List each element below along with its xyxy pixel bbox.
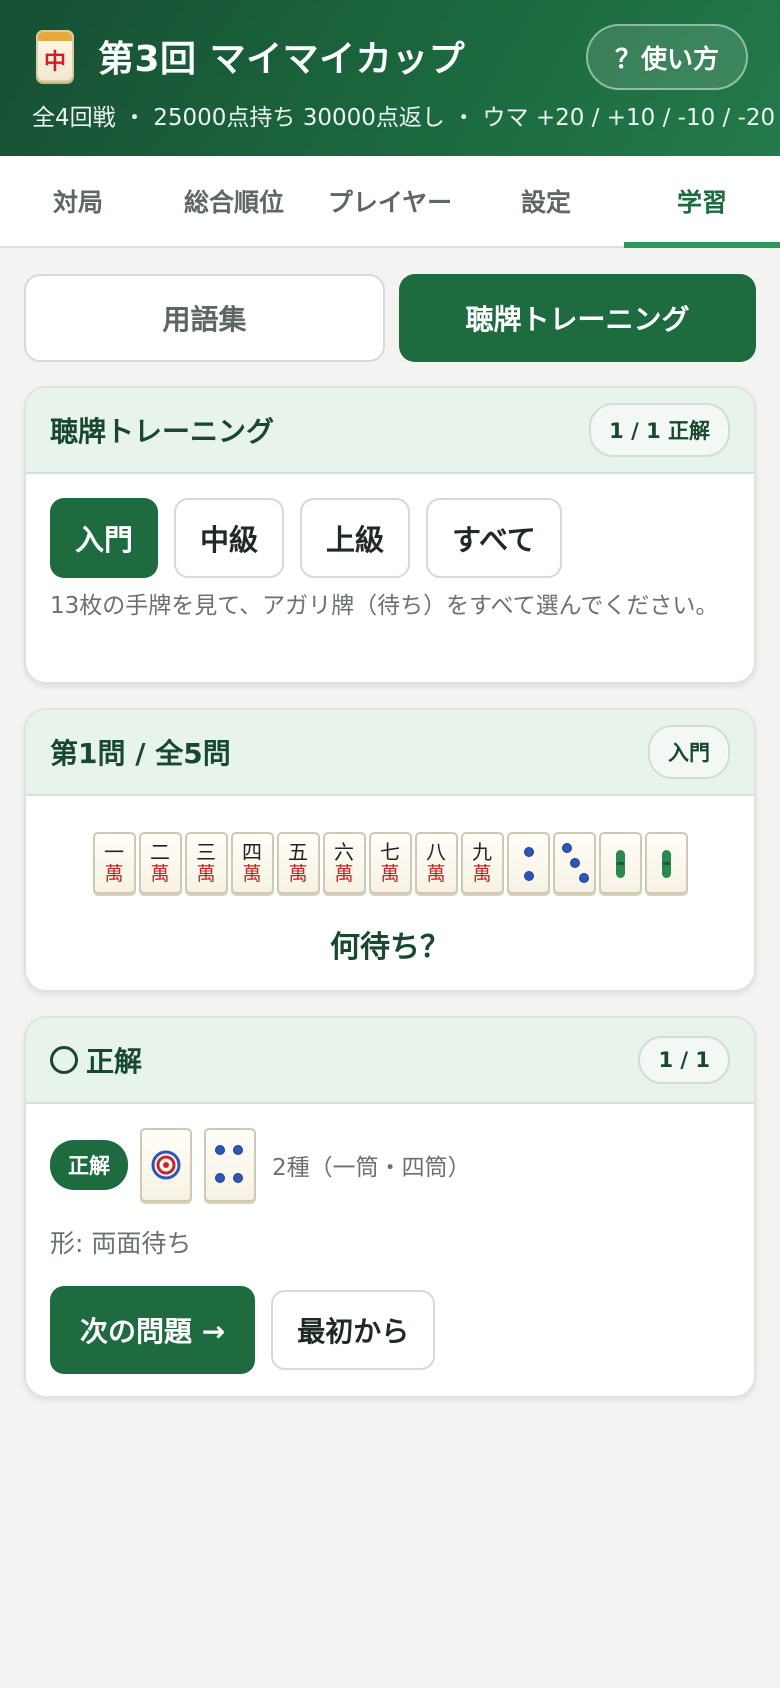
4-pin-icon	[204, 1128, 256, 1202]
tab-learning[interactable]: 学習	[624, 156, 780, 248]
result-count-pill: 1 / 1	[638, 1036, 730, 1084]
level-selector: 入門 中級 上級 すべて	[26, 474, 754, 578]
page-title: 第3回 マイマイカップ	[98, 39, 466, 80]
tab-players[interactable]: プレイヤー	[312, 156, 468, 246]
instructions-text: 13枚の手牌を見て、アガリ牌（待ち）をすべて選んでください。	[50, 593, 719, 619]
tile-glyph: 中	[43, 50, 66, 75]
question-card: 第1問 / 全5問 入門 一萬 二萬 三萬 四萬 五萬 六萬 七萬 八萬 九萬 …	[24, 708, 756, 992]
tile-5-man: 五萬	[276, 832, 320, 894]
result-card: 正解 1 / 1 正解 2種（一筒・四筒） 形: 両面待ち 次の問題 → 最初か…	[24, 1016, 756, 1398]
correct-circle-icon	[50, 1046, 78, 1074]
rules-summary: 全4回戦 ・ 25000点持ち 30000点返し ・ ウマ +20 / +10 …	[32, 105, 776, 131]
level-all-button[interactable]: すべて	[426, 498, 563, 578]
level-beginner-button[interactable]: 入門	[50, 498, 158, 578]
level-badge: 入門	[648, 725, 730, 779]
result-actions: 次の問題 → 最初から	[26, 1260, 754, 1374]
level-advanced-button[interactable]: 上級	[300, 498, 411, 578]
tile-3-man: 三萬	[184, 832, 228, 894]
question-prompt: 何待ち？	[330, 930, 450, 965]
answer-row: 正解 2種（一筒・四筒）	[26, 1104, 754, 1202]
card-header: 正解 1 / 1	[26, 1018, 754, 1104]
2-sou-icon	[598, 832, 642, 894]
1-pin-icon	[140, 1128, 192, 1202]
card-header: 第1問 / 全5問 入門	[26, 710, 754, 796]
training-settings-card: 聴牌トレーニング 1 / 1 正解 入門 中級 上級 すべて 13枚の手牌を見て…	[24, 386, 756, 684]
wait-shape: 形: 両面待ち	[50, 1229, 192, 1258]
result-title: 正解	[50, 1040, 142, 1080]
score-pill: 1 / 1 正解	[589, 403, 730, 457]
card-title: 聴牌トレーニング	[50, 415, 275, 448]
2-sou-icon	[644, 832, 688, 894]
help-button[interactable]: ？使い方	[586, 24, 748, 90]
subtab-glossary[interactable]: 用語集	[24, 274, 385, 362]
tab-overall-ranking[interactable]: 総合順位	[156, 156, 312, 246]
3-pin-icon	[552, 832, 596, 894]
tile-4-man: 四萬	[230, 832, 274, 894]
card-header: 聴牌トレーニング 1 / 1 正解	[26, 388, 754, 474]
tab-settings[interactable]: 設定	[468, 156, 624, 246]
correct-badge: 正解	[50, 1140, 128, 1190]
1-pin-circle	[151, 1150, 181, 1180]
tile-6-man: 六萬	[322, 832, 366, 894]
question-number: 第1問 / 全5問	[50, 737, 231, 770]
restart-button[interactable]: 最初から	[271, 1290, 436, 1370]
app-header: 中 第3回 マイマイカップ ？使い方 全4回戦 ・ 25000点持ち 30000…	[0, 0, 780, 156]
tile-9-man: 九萬	[460, 832, 504, 894]
tile-1-man: 一萬	[92, 832, 136, 894]
tile-2-man: 二萬	[138, 832, 182, 894]
level-intermediate-button[interactable]: 中級	[174, 498, 285, 578]
tile-8-man: 八萬	[414, 832, 458, 894]
header-title-row: 中 第3回 マイマイカップ	[36, 30, 465, 82]
subtab-tenpai-training[interactable]: 聴牌トレーニング	[399, 274, 756, 362]
next-question-button[interactable]: 次の問題 →	[50, 1286, 256, 1374]
hand-tiles: 一萬 二萬 三萬 四萬 五萬 六萬 七萬 八萬 九萬	[26, 796, 754, 894]
tab-matches[interactable]: 対局	[0, 156, 156, 246]
learning-subtabs: 用語集 聴牌トレーニング	[24, 274, 756, 362]
2-pin-icon	[506, 832, 550, 894]
tile-7-man: 七萬	[368, 832, 412, 894]
wait-description: 2種（一筒・四筒）	[272, 1155, 471, 1181]
main-tabs: 対局 総合順位 プレイヤー 設定 学習	[0, 156, 780, 248]
result-label: 正解	[86, 1045, 143, 1078]
mahjong-tile-icon: 中	[36, 30, 74, 82]
